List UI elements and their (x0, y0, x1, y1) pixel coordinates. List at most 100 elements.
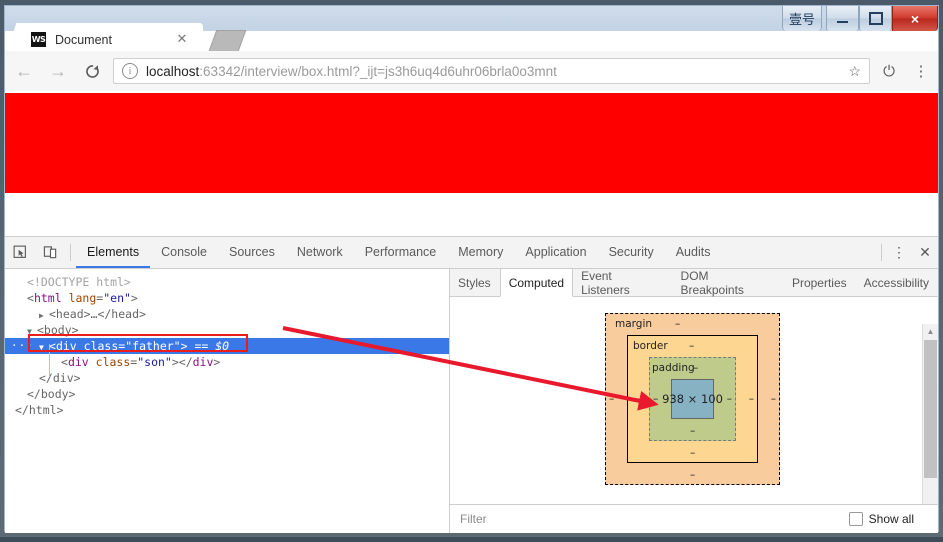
url-path: :63342/interview/box.html?_ijt=js3h6uq4d… (199, 64, 557, 79)
sidebar-tab-event-listeners[interactable]: Event Listeners (573, 269, 672, 296)
dom-line-selected-father[interactable]: ··· ▼<div class="father"> == $0 (5, 338, 449, 354)
angle-open-son: < (61, 355, 68, 369)
inspect-svg (13, 245, 28, 260)
box-model-border-label: border (633, 340, 668, 352)
margin-top-value[interactable]: – (675, 318, 680, 330)
body-close-text: </body> (27, 387, 75, 401)
tab-sources[interactable]: Sources (218, 237, 286, 268)
tab-console[interactable]: Console (150, 237, 218, 268)
devtools-close-icon[interactable]: ✕ (912, 237, 938, 268)
dom-line-body-open[interactable]: ▼<body> (5, 322, 449, 338)
border-bottom-value[interactable]: – (690, 447, 695, 459)
tab-close-icon[interactable]: ✕ (175, 32, 189, 46)
computed-filter-bar: Show all (450, 504, 938, 533)
html-attr-value: "en" (103, 291, 131, 305)
son-attr-value: "son" (137, 355, 172, 369)
sidebar-tab-accessibility[interactable]: Accessibility (856, 269, 938, 296)
selected-node-marker: == $0 (194, 339, 229, 353)
dom-line-div-close[interactable]: </div> (5, 370, 449, 386)
dom-line-head[interactable]: ▶<head>…</head> (5, 306, 449, 322)
forward-button[interactable]: → (43, 56, 73, 86)
padding-right-value[interactable]: – (727, 393, 732, 405)
devtools-toolbar: Elements Console Sources Network Perform… (5, 237, 938, 269)
chrome-menu-icon[interactable]: ⋮ (906, 56, 936, 86)
dom-tree-pane[interactable]: <!DOCTYPE html> <html lang="en"> ▶<head>… (5, 269, 450, 533)
scrollbar-thumb[interactable] (924, 340, 937, 478)
show-all-toggle[interactable]: Show all (849, 512, 914, 526)
angle-open-father: < (49, 339, 56, 353)
tab-audits[interactable]: Audits (665, 237, 722, 268)
inspect-element-icon[interactable] (5, 237, 35, 268)
devtools-toolbar-right: ⋮ ✕ (877, 237, 938, 268)
url-text: localhost:63342/interview/box.html?_ijt=… (146, 64, 557, 79)
html-close-text: </html> (15, 403, 63, 417)
device-svg (43, 245, 58, 260)
bookmark-star-icon[interactable]: ☆ (842, 63, 861, 80)
show-all-checkbox[interactable] (849, 512, 863, 526)
dom-line-html-close[interactable]: </html> (5, 402, 449, 418)
site-info-icon[interactable]: i (122, 63, 138, 79)
padding-left-value[interactable]: – (653, 393, 658, 405)
devtools-body: <!DOCTYPE html> <html lang="en"> ▶<head>… (5, 269, 938, 533)
margin-bottom-value[interactable]: – (690, 469, 695, 481)
tab-application[interactable]: Application (514, 237, 597, 268)
expand-badge[interactable]: ··· (11, 341, 34, 351)
sidebar-tab-properties[interactable]: Properties (784, 269, 856, 296)
box-model-diagram[interactable]: margin – – – – border – – – – padding – (605, 313, 780, 485)
tab-title: Document (55, 33, 112, 47)
father-attr-value: "father" (125, 339, 180, 353)
border-left-value[interactable]: – (631, 393, 636, 405)
url-host: localhost (146, 64, 199, 79)
reload-svg (84, 63, 101, 80)
tab-memory[interactable]: Memory (447, 237, 514, 268)
address-bar[interactable]: i localhost:63342/interview/box.html?_ij… (113, 58, 870, 84)
browser-toolbar: ← → i localhost:63342/interview/box.html… (5, 51, 938, 92)
toolbar-divider-right (881, 244, 882, 261)
father-attr-name: class (84, 339, 119, 353)
filter-input[interactable] (458, 511, 849, 527)
angle-open: < (27, 291, 34, 305)
show-all-label: Show all (869, 512, 914, 526)
border-top-value[interactable]: – (689, 340, 694, 352)
dom-line-son[interactable]: <div class="son"></div> (5, 354, 449, 370)
page-viewport (5, 91, 938, 236)
devtools-sidebar: Styles Computed Event Listeners DOM Brea… (450, 269, 938, 533)
box-model-margin-label: margin (615, 318, 652, 330)
son-close-tag-name: div (193, 355, 214, 369)
html-tag-name: html (34, 291, 62, 305)
border-right-value[interactable]: – (749, 393, 754, 405)
back-button[interactable]: ← (9, 56, 39, 86)
dom-line-html-open[interactable]: <html lang="en"> (5, 290, 449, 306)
sidebar-tabs: Styles Computed Event Listeners DOM Brea… (450, 269, 938, 297)
margin-left-value[interactable]: – (609, 393, 614, 405)
padding-top-value[interactable]: – (693, 362, 698, 374)
father-tag-name: div (56, 339, 77, 353)
son-attr-name: class (96, 355, 131, 369)
dom-line-doctype[interactable]: <!DOCTYPE html> (5, 274, 449, 290)
angle-close-father: > (181, 339, 188, 353)
tab-performance[interactable]: Performance (354, 237, 448, 268)
chrome-browser-window: 壹号 × WS Document ✕ ← → i localhost:63342… (4, 5, 939, 532)
tab-network[interactable]: Network (286, 237, 354, 268)
tab-elements[interactable]: Elements (76, 237, 150, 268)
angle-close: > (131, 291, 138, 305)
margin-right-value[interactable]: – (771, 393, 776, 405)
father-div-element[interactable] (5, 93, 938, 193)
padding-bottom-value[interactable]: – (690, 425, 695, 437)
device-toolbar-icon[interactable] (35, 237, 65, 268)
reload-icon[interactable] (77, 56, 107, 86)
devtools-menu-icon[interactable]: ⋮ (886, 237, 912, 268)
box-model-content-size[interactable]: 938 × 100 (671, 379, 714, 419)
tab-security[interactable]: Security (598, 237, 665, 268)
sidebar-tab-dom-breakpoints[interactable]: DOM Breakpoints (673, 269, 784, 296)
doctype-text: <!DOCTYPE html> (27, 275, 131, 289)
sidebar-tab-styles[interactable]: Styles (450, 269, 500, 296)
angle-close-son-2: > (213, 355, 220, 369)
toolbar-divider (70, 244, 71, 261)
sidebar-scrollbar[interactable]: ▲ (922, 324, 938, 504)
html-attr-name: lang (69, 291, 97, 305)
sidebar-tab-computed[interactable]: Computed (500, 269, 573, 297)
dom-line-body-close[interactable]: </body> (5, 386, 449, 402)
power-icon[interactable]: ⏻ (874, 56, 904, 86)
scroll-up-arrow-icon[interactable]: ▲ (923, 324, 938, 339)
